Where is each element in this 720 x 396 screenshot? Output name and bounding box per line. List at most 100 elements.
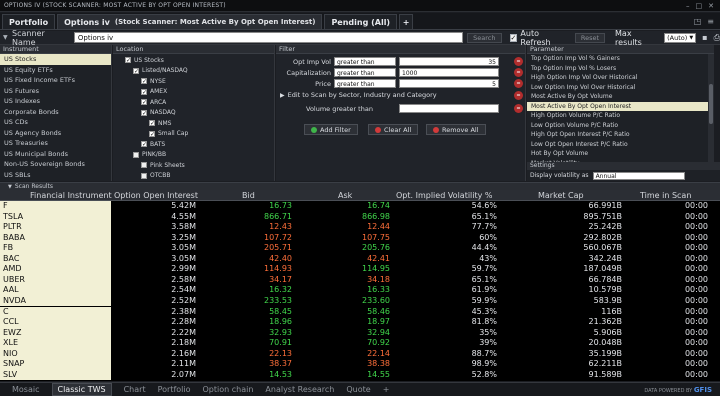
location-checkbox[interactable]	[141, 99, 147, 106]
minimize-icon[interactable]: –	[686, 2, 690, 10]
remove-filter-icon[interactable]: –	[514, 57, 523, 66]
search-button[interactable]: Search	[467, 32, 502, 43]
parameter-item[interactable]: Low Option Volume P/C Ratio	[527, 121, 714, 131]
scrollbar-thumb[interactable]	[709, 84, 713, 124]
parameter-item[interactable]: Hot By Opt Volume	[527, 149, 714, 159]
symbol-cell[interactable]: AAL	[0, 285, 111, 296]
table-row[interactable]: NVDA 2.52M 233.53 233.60 59.9% 583.9B 00:00	[0, 295, 720, 307]
display-volatility-select[interactable]: Annual	[592, 171, 685, 180]
location-checkbox[interactable]	[141, 172, 147, 179]
location-checkbox[interactable]	[141, 88, 147, 95]
bottom-tab[interactable]: Chart	[124, 385, 146, 394]
table-row[interactable]: AAL 2.54M 16.32 16.33 61.9% 10.579B 00:00	[0, 285, 720, 296]
symbol-cell[interactable]: EWZ	[0, 327, 111, 339]
location-node[interactable]: ARCA	[113, 97, 274, 108]
table-row[interactable]: BABA 3.25M 107.72 107.75 60% 292.802B 00:00	[0, 232, 720, 244]
save-icon[interactable]: ▪	[702, 33, 707, 42]
location-node[interactable]: PINK/BB	[113, 150, 274, 161]
filter-value-input[interactable]: 5	[399, 79, 499, 88]
parameter-item[interactable]: Most Active By Opt Open Interest	[527, 101, 714, 111]
column-header-bid[interactable]: Bid	[242, 190, 255, 201]
remove-filter-icon[interactable]: –	[514, 91, 523, 100]
remove-filter-icon[interactable]: –	[514, 68, 523, 77]
symbol-cell[interactable]: SLV	[0, 369, 111, 381]
auto-refresh-checkbox[interactable]: ✓	[509, 33, 518, 42]
symbol-cell[interactable]: BAC	[0, 253, 111, 265]
location-node[interactable]: US Stocks	[113, 55, 274, 66]
symbol-cell[interactable]: TSLA	[0, 211, 111, 223]
clear-all-button[interactable]: Clear All	[368, 124, 419, 135]
symbol-cell[interactable]: AMD	[0, 264, 111, 275]
symbol-cell[interactable]: XLE	[0, 338, 111, 349]
bottom-tab[interactable]: Option chain	[203, 385, 254, 394]
parameter-item[interactable]: High Option Volume P/C Ratio	[527, 111, 714, 121]
instrument-item[interactable]: US Municipal Bonds	[0, 149, 111, 160]
table-row[interactable]: BAC 3.05M 42.40 42.41 43% 342.24B 00:00	[0, 253, 720, 265]
menu-icon[interactable]: ≡	[707, 17, 714, 26]
instrument-item[interactable]: US Fixed Income ETFs	[0, 75, 111, 86]
table-row[interactable]: EWZ 2.22M 32.93 32.94 35% 5.906B 00:00	[0, 327, 720, 339]
instrument-item[interactable]: US Equity ETFs	[0, 65, 111, 76]
column-header-market-cap[interactable]: Market Cap	[538, 190, 584, 201]
parameter-scrollbar[interactable]	[708, 54, 714, 162]
location-node[interactable]: NMS	[113, 118, 274, 129]
instrument-item[interactable]: Mutual Funds	[0, 180, 111, 181]
parameter-item[interactable]: Low Option Imp Vol Over Historical	[527, 83, 714, 93]
table-row[interactable]: UBER 2.58M 34.17 34.18 65.1% 66.784B 00:00	[0, 274, 720, 286]
instrument-item[interactable]: US Stocks	[0, 54, 111, 65]
bottom-tab[interactable]: Analyst Research	[265, 385, 334, 394]
table-row[interactable]: PLTR 3.58M 12.43 12.44 77.7% 25.242B 00:00	[0, 222, 720, 233]
instrument-item[interactable]: US CDs	[0, 117, 111, 128]
symbol-cell[interactable]: SNAP	[0, 359, 111, 370]
max-results-select[interactable]: (Auto) ▼	[664, 32, 697, 43]
parameter-item[interactable]: High Option Imp Vol Over Historical	[527, 73, 714, 83]
bottom-tab[interactable]: Portfolio	[158, 385, 191, 394]
scanner-name-input[interactable]: Options iv	[73, 32, 464, 43]
table-row[interactable]: FB 3.05M 205.71 205.76 44.4% 560.067B 00:00	[0, 243, 720, 254]
add-tab-button[interactable]: +	[399, 14, 414, 29]
location-checkbox[interactable]	[149, 130, 155, 137]
filter-value-input[interactable]: 1000	[399, 68, 499, 77]
location-checkbox[interactable]	[133, 151, 139, 158]
bottom-tab[interactable]: Classic TWS	[51, 383, 112, 396]
parameter-item[interactable]: Top Option Imp Vol % Gainers	[527, 54, 714, 64]
symbol-cell[interactable]: NIO	[0, 348, 111, 360]
lock-icon[interactable]: ◳	[694, 17, 702, 26]
print-icon[interactable]: ⎙	[714, 33, 720, 43]
symbol-cell[interactable]: CCL	[0, 317, 111, 328]
location-node[interactable]: Pink Sheets	[113, 160, 274, 171]
parameter-item[interactable]: Top Option Imp Vol % Losers	[527, 64, 714, 74]
close-icon[interactable]: ✕	[708, 2, 714, 10]
location-checkbox[interactable]	[141, 78, 147, 85]
table-row[interactable]: AMD 2.99M 114.93 114.95 59.7% 187.049B 00:00	[0, 264, 720, 275]
bottom-tab[interactable]: Mosaic	[12, 385, 40, 394]
instrument-item[interactable]: US Treasuries	[0, 138, 111, 149]
location-checkbox[interactable]	[141, 109, 147, 116]
symbol-cell[interactable]: PLTR	[0, 222, 111, 233]
tab-options-iv[interactable]: Options iv (Stock Scanner: Most Active By…	[57, 14, 323, 29]
symbol-cell[interactable]: C	[0, 306, 111, 318]
location-checkbox[interactable]	[125, 57, 131, 64]
table-row[interactable]: CCL 2.28M 18.96 18.97 81.8% 21.362B 00:00	[0, 317, 720, 328]
location-node[interactable]: Listed/NASDAQ	[113, 66, 274, 77]
table-row[interactable]: SNAP 2.11M 38.37 38.38 98.9% 62.211B 00:00	[0, 359, 720, 370]
table-row[interactable]: TSLA 4.55M 866.71 866.98 65.1% 895.751B 00:00	[0, 211, 720, 223]
maximize-icon[interactable]: □	[696, 2, 703, 10]
column-header-implied-vol[interactable]: Opt. Implied Volatility %	[396, 190, 493, 201]
parameter-item[interactable]: Low Opt Open Interest P/C Ratio	[527, 140, 714, 150]
volume-input[interactable]	[398, 104, 499, 113]
table-row[interactable]: C 2.38M 58.45 58.46 45.3% 116B 00:00	[0, 306, 720, 318]
bottom-tab[interactable]: +	[383, 385, 390, 394]
instrument-item[interactable]: Non-US Sovereign Bonds	[0, 159, 111, 170]
column-header-instrument[interactable]: Financial Instrument	[30, 190, 112, 201]
filter-operator-select[interactable]: greater than	[334, 68, 396, 77]
remove-filter-icon[interactable]: –	[514, 79, 523, 88]
instrument-item[interactable]: US Agency Bonds	[0, 128, 111, 139]
tab-portfolio[interactable]: Portfolio	[2, 14, 56, 29]
table-row[interactable]: F 5.42M 16.73 16.74 54.6% 66.991B 00:00	[0, 201, 720, 212]
column-header-ask[interactable]: Ask	[338, 190, 352, 201]
table-row[interactable]: NIO 2.16M 22.13 22.14 88.7% 35.199B 00:00	[0, 348, 720, 360]
edit-sector-row[interactable]: ▶ Edit to Scan by Sector, Industry and C…	[280, 91, 437, 99]
instrument-item[interactable]: US SBLs	[0, 170, 111, 181]
filter-value-input[interactable]: 35	[399, 57, 499, 66]
